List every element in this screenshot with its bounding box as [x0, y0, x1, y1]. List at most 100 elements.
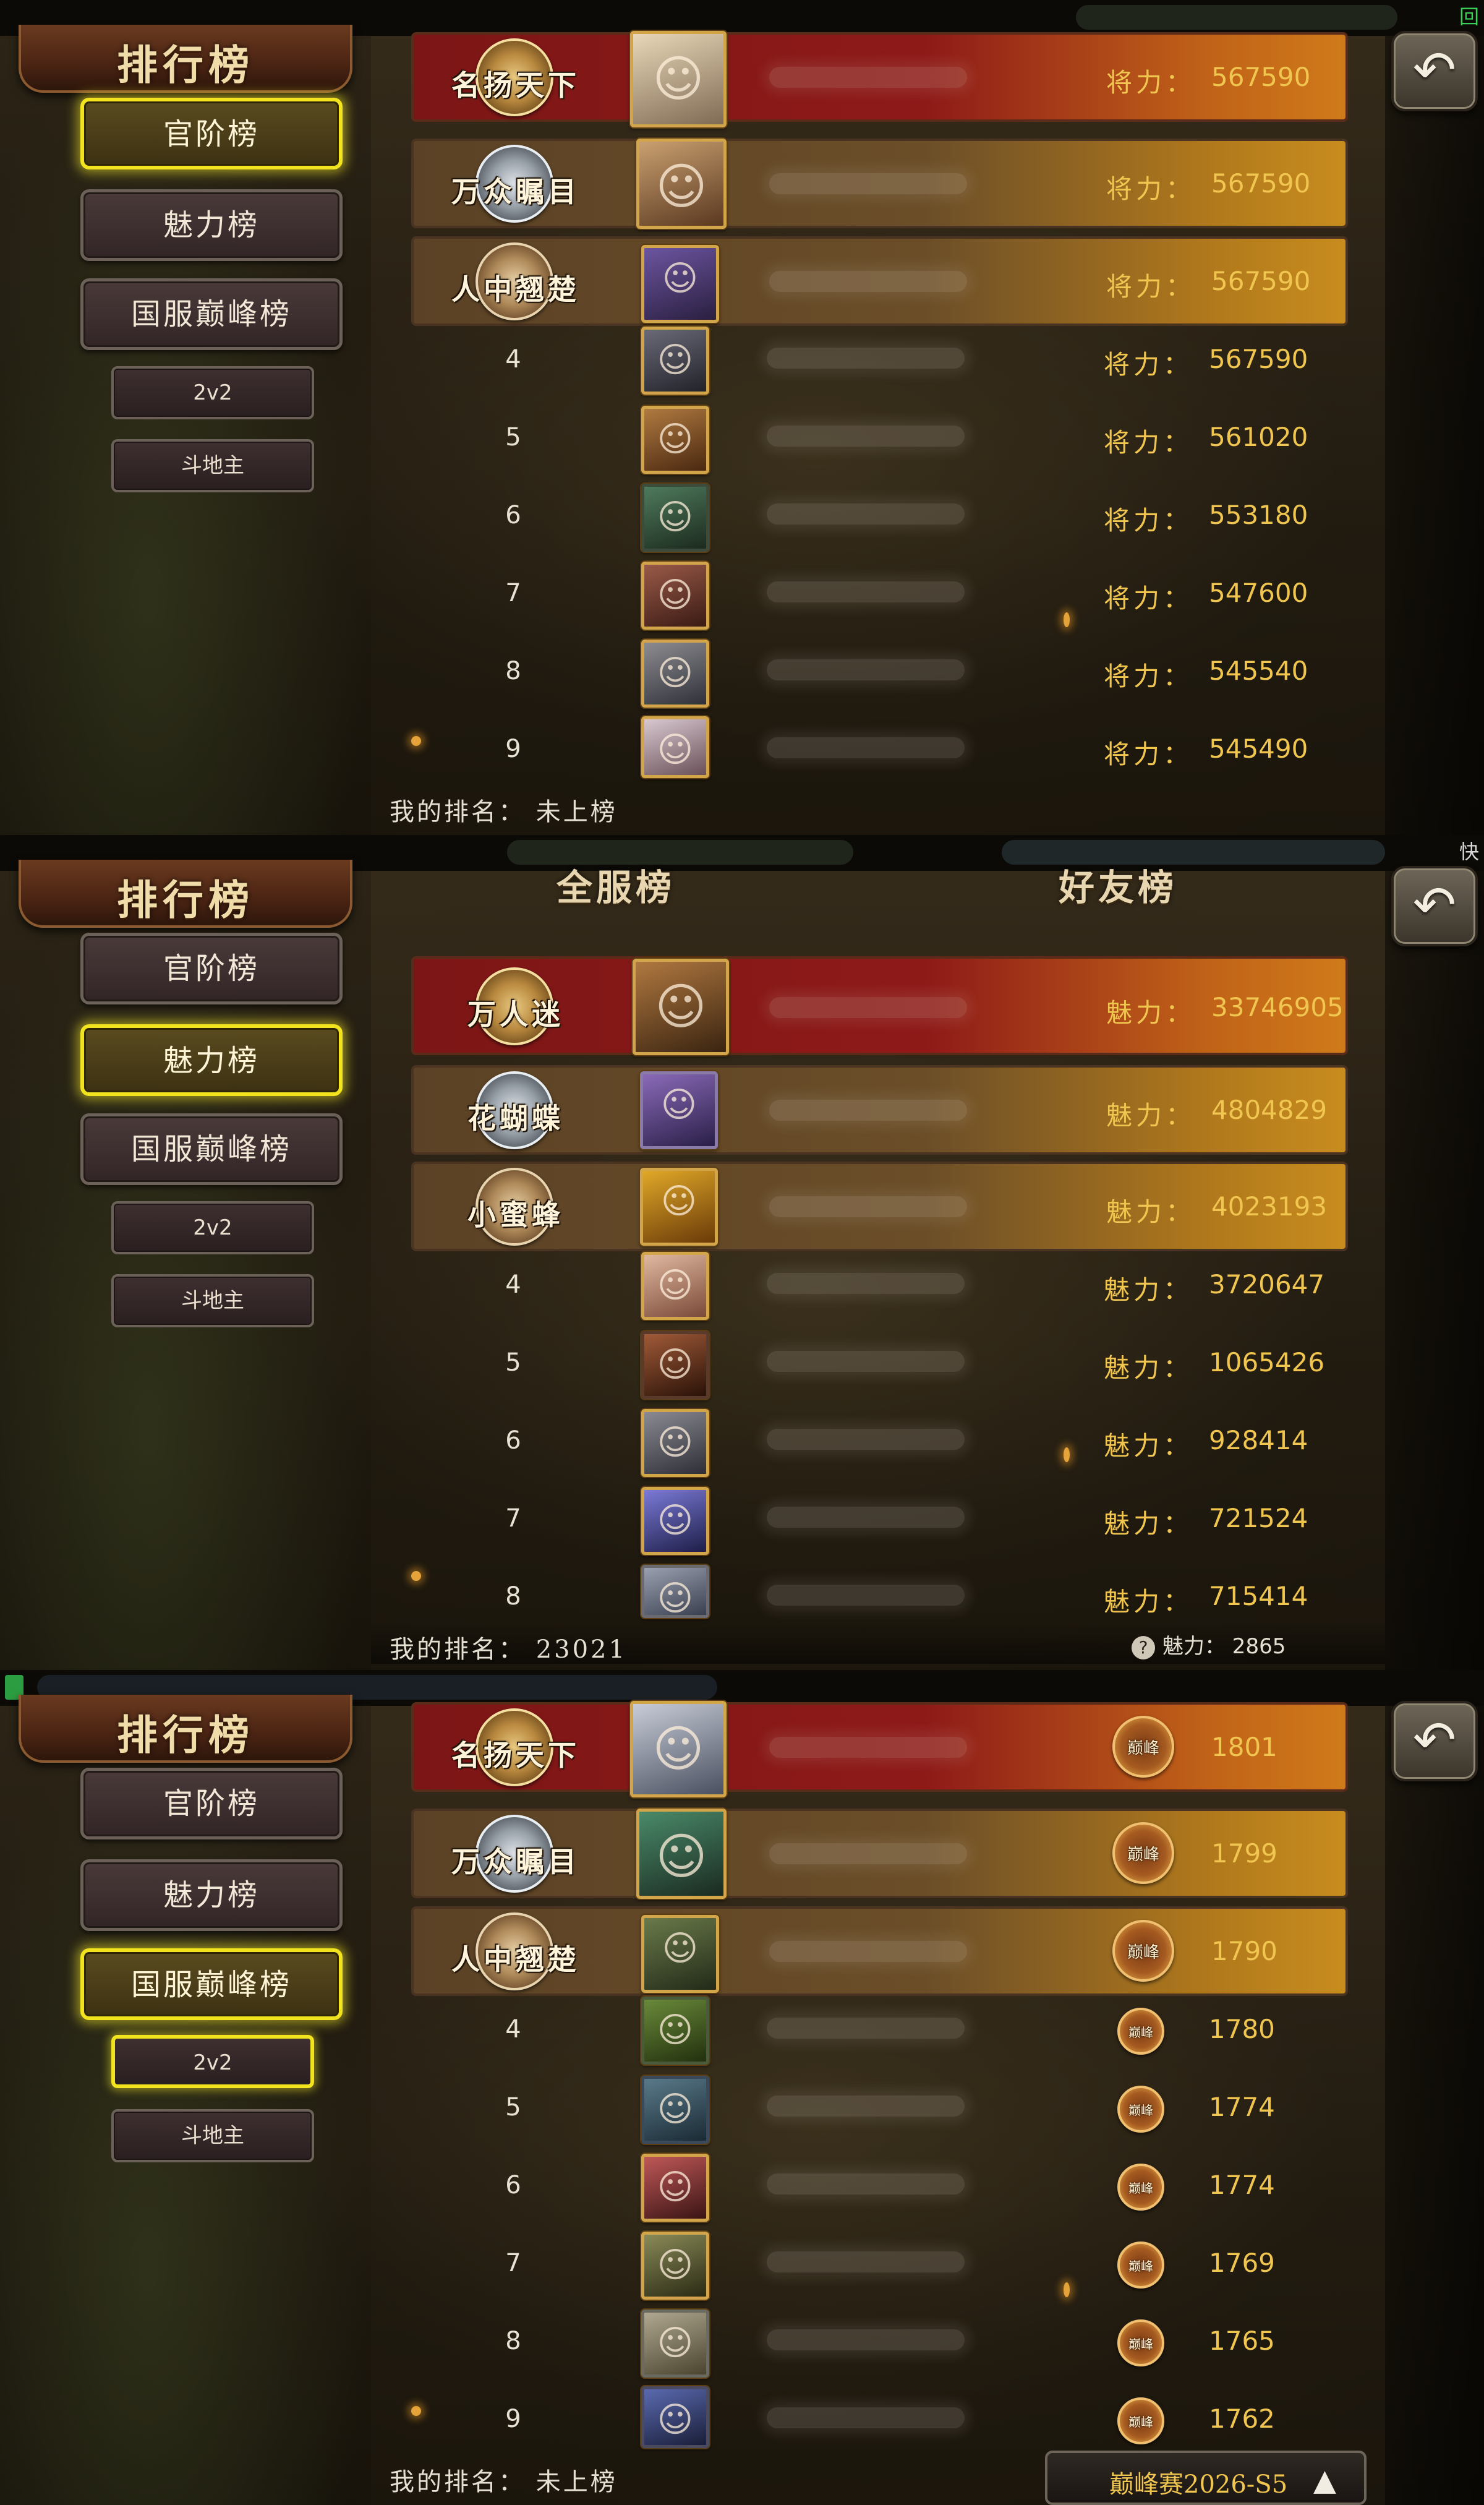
player-name-blurred: [769, 271, 967, 292]
table-row[interactable]: 9 ☺ 将力： 545490: [411, 713, 1348, 782]
table-row[interactable]: 5 ☺ 巅峰 1774: [411, 2071, 1348, 2149]
avatar: ☺: [630, 1701, 727, 1797]
table-row[interactable]: 名扬天下 ☺ 将力： 567590: [411, 31, 1348, 127]
tab-peak-rank[interactable]: 国服巅峰榜: [80, 1113, 343, 1185]
avatar: ☺: [633, 959, 729, 1055]
rank-medal-silver: 花蝴蝶: [438, 1071, 593, 1150]
table-row[interactable]: 4 ☺ 巅峰 1780: [411, 1993, 1348, 2071]
player-name-blurred: [767, 1507, 965, 1528]
tab-friends[interactable]: 好友榜: [1059, 859, 1177, 910]
table-row[interactable]: 名扬天下 ☺ 巅峰 1801: [411, 1701, 1348, 1797]
peak-rank-badge: 巅峰: [1104, 2228, 1178, 2302]
table-row[interactable]: 6 ☺ 巅峰 1774: [411, 2149, 1348, 2227]
player-name-blurred: [767, 2407, 965, 2428]
table-row[interactable]: 4 ☺ 魅力： 3720647: [411, 1248, 1348, 1326]
player-name-blurred: [767, 1351, 965, 1372]
player-name-blurred: [769, 1196, 967, 1217]
tab-peak-rank[interactable]: 国服巅峰榜: [80, 278, 343, 350]
table-row[interactable]: 9 ☺ 巅峰 1762: [411, 2383, 1348, 2452]
table-row[interactable]: 8 ☺ 魅力： 715414: [411, 1560, 1348, 1619]
back-arrow-icon: ↶: [1412, 40, 1457, 100]
avatar: ☺: [630, 31, 727, 127]
tab-official-rank[interactable]: 官阶榜: [80, 933, 343, 1004]
ranking-screen-charm: 快 排行榜 ↶ 全服榜 好友榜 官阶榜 魅力榜 国服巅峰榜 2v2 斗地主 万人…: [0, 835, 1484, 1670]
player-name-blurred: [767, 2096, 965, 2117]
rank-medal-gold: 名扬天下: [438, 38, 593, 118]
table-row[interactable]: 4 ☺ 将力： 567590: [411, 323, 1348, 401]
peak-rank-badge: 巅峰: [1104, 2306, 1178, 2380]
rank-medal-bronze: 人中翘楚: [438, 1912, 593, 1992]
back-button[interactable]: ↶: [1391, 31, 1478, 111]
table-row[interactable]: 万众瞩目 ☺ 巅峰 1799: [411, 1809, 1348, 1899]
avatar: ☺: [641, 1915, 719, 1993]
tab-charm-rank[interactable]: 魅力榜: [80, 1024, 343, 1096]
player-name-blurred: [769, 1737, 967, 1758]
question-icon[interactable]: ?: [1132, 1635, 1155, 1659]
back-button[interactable]: ↶: [1391, 866, 1478, 946]
my-rank-label: 我的排名： 未上榜: [390, 798, 618, 826]
player-name-blurred: [767, 2173, 965, 2195]
page-title: 排行榜: [117, 876, 254, 924]
table-row[interactable]: 万众瞩目 ☺ 将力： 567590: [411, 139, 1348, 229]
subtab-doudizhu[interactable]: 斗地主: [111, 1274, 314, 1327]
back-arrow-icon: ↶: [1412, 875, 1457, 935]
my-rank-label: 我的排名： 23021: [390, 1635, 627, 1664]
tab-official-rank[interactable]: 官阶榜: [80, 1768, 343, 1839]
table-row[interactable]: 6 ☺ 将力： 553180: [411, 479, 1348, 557]
status-corner-text: 快: [1459, 840, 1479, 863]
player-name-blurred: [767, 737, 965, 758]
peak-rank-badge: 巅峰: [1106, 1710, 1180, 1784]
table-row[interactable]: 人中翘楚 ☺ 巅峰 1790: [411, 1906, 1348, 1996]
table-row[interactable]: 花蝴蝶 ☺ 魅力： 4804829: [411, 1065, 1348, 1155]
subtab-2v2[interactable]: 2v2: [111, 1201, 314, 1254]
avatar: ☺: [641, 2076, 709, 2144]
subtab-2v2[interactable]: 2v2: [111, 366, 314, 419]
player-name-blurred: [767, 348, 965, 369]
tab-charm-rank[interactable]: 魅力榜: [80, 1859, 343, 1931]
avatar: ☺: [641, 2386, 709, 2448]
title-banner: 排行榜: [19, 1695, 352, 1763]
subtab-doudizhu[interactable]: 斗地主: [111, 2109, 314, 2162]
tab-all-server[interactable]: 全服榜: [556, 859, 675, 910]
table-row[interactable]: 5 ☺ 魅力： 1065426: [411, 1326, 1348, 1404]
peak-rank-badge: 巅峰: [1104, 2072, 1178, 2146]
season-label: 巅峰赛2026-S5: [1109, 2470, 1288, 2499]
tab-peak-rank[interactable]: 国服巅峰榜: [80, 1948, 343, 2020]
table-row[interactable]: 5 ☺ 将力： 561020: [411, 401, 1348, 479]
page-title: 排行榜: [117, 1711, 254, 1759]
table-row[interactable]: 8 ☺ 巅峰 1765: [411, 2305, 1348, 2383]
back-button[interactable]: ↶: [1391, 1701, 1478, 1781]
table-row[interactable]: 7 ☺ 魅力： 721524: [411, 1482, 1348, 1560]
avatar: ☺: [641, 406, 709, 474]
table-row[interactable]: 小蜜蜂 ☺ 魅力： 4023193: [411, 1162, 1348, 1251]
rank-medal-bronze: 人中翘楚: [438, 242, 593, 322]
table-row[interactable]: 万人迷 ☺ 魅力： 33746905: [411, 956, 1348, 1055]
back-arrow-icon: ↶: [1412, 1710, 1457, 1770]
tab-official-rank[interactable]: 官阶榜: [80, 98, 343, 169]
table-row[interactable]: 人中翘楚 ☺ 将力： 567590: [411, 236, 1348, 326]
rank-medal-gold: 万人迷: [438, 967, 593, 1047]
player-name-blurred: [767, 581, 965, 602]
table-row[interactable]: 7 ☺ 将力： 547600: [411, 557, 1348, 635]
player-name-blurred: [767, 659, 965, 680]
player-name-blurred: [769, 67, 967, 88]
table-row[interactable]: 6 ☺ 魅力： 928414: [411, 1404, 1348, 1482]
player-name-blurred: [769, 1100, 967, 1121]
player-name-blurred: [769, 173, 967, 194]
player-name-blurred: [767, 2018, 965, 2039]
player-name-blurred: [767, 1273, 965, 1294]
avatar: ☺: [641, 1252, 709, 1320]
subtab-doudizhu[interactable]: 斗地主: [111, 439, 314, 492]
avatar: ☺: [640, 1071, 718, 1149]
ranking-screen-official: 回 排行榜 ↶ 官阶榜 魅力榜 国服巅峰榜 2v2 斗地主 名扬天下 ☺ 将力：…: [0, 0, 1484, 835]
player-name-blurred: [767, 2329, 965, 2350]
peak-rank-badge: 巅峰: [1106, 1816, 1180, 1890]
table-row[interactable]: 7 ☺ 巅峰 1769: [411, 2227, 1348, 2305]
peak-rank-badge: 巅峰: [1106, 1914, 1180, 1988]
player-name-blurred: [767, 1429, 965, 1450]
avatar: ☺: [636, 1809, 727, 1899]
table-row[interactable]: 8 ☺ 将力： 545540: [411, 635, 1348, 713]
subtab-2v2[interactable]: 2v2: [111, 2035, 314, 2088]
tab-charm-rank[interactable]: 魅力榜: [80, 189, 343, 261]
season-selector-button[interactable]: 巅峰赛2026-S5 ▲: [1045, 2451, 1367, 2505]
